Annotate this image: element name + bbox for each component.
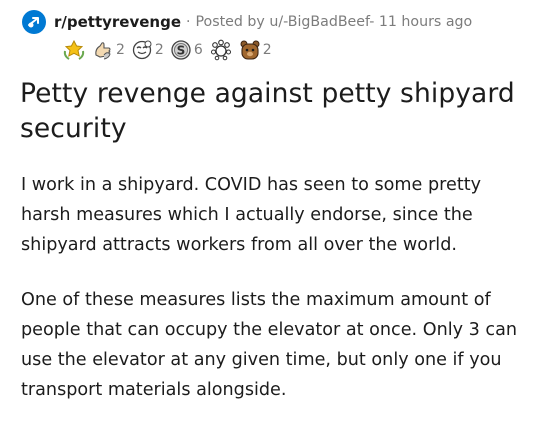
award-gold[interactable]	[62, 39, 86, 61]
gold-wreath-award-icon	[63, 39, 85, 60]
subreddit-link[interactable]: r/pettyrevenge	[54, 13, 181, 31]
award-silver[interactable]: S 6	[170, 39, 203, 61]
bear-face-award-icon	[240, 40, 260, 60]
post-paragraph: One of these measures lists the maximum …	[21, 290, 518, 400]
wholesome-face-award-icon	[132, 40, 152, 60]
post-paragraph: I work in a shipyard. COVID has seen to …	[21, 175, 482, 255]
post-meta-row: r/pettyrevenge · Posted by u/-BigBadBeef…	[22, 10, 472, 34]
award-count: 2	[116, 42, 125, 58]
posted-by-text[interactable]: Posted by u/-BigBadBeef- 11 hours ago	[195, 14, 472, 30]
helpful-hand-award-icon	[95, 42, 111, 60]
paw-burst-award-icon	[210, 39, 231, 61]
reddit-post: r/pettyrevenge · Posted by u/-BigBadBeef…	[0, 0, 544, 421]
arrow-icon	[28, 17, 39, 28]
award-helpful[interactable]: 2	[92, 39, 125, 61]
svg-text:S: S	[177, 44, 186, 58]
awards-row[interactable]: 2 2 S 6 2	[62, 38, 278, 62]
award-burst[interactable]	[209, 39, 233, 61]
award-wholesome[interactable]: 2	[131, 39, 164, 61]
award-count: 6	[193, 42, 203, 58]
subreddit-icon[interactable]	[22, 10, 46, 34]
award-bear[interactable]: 2	[239, 39, 272, 61]
award-count: 2	[262, 42, 272, 58]
silver-s-award-icon: S	[171, 40, 191, 60]
post-title[interactable]: Petty revenge against petty shipyard sec…	[20, 76, 530, 146]
award-count: 2	[154, 42, 164, 58]
meta-separator: ·	[186, 14, 191, 30]
